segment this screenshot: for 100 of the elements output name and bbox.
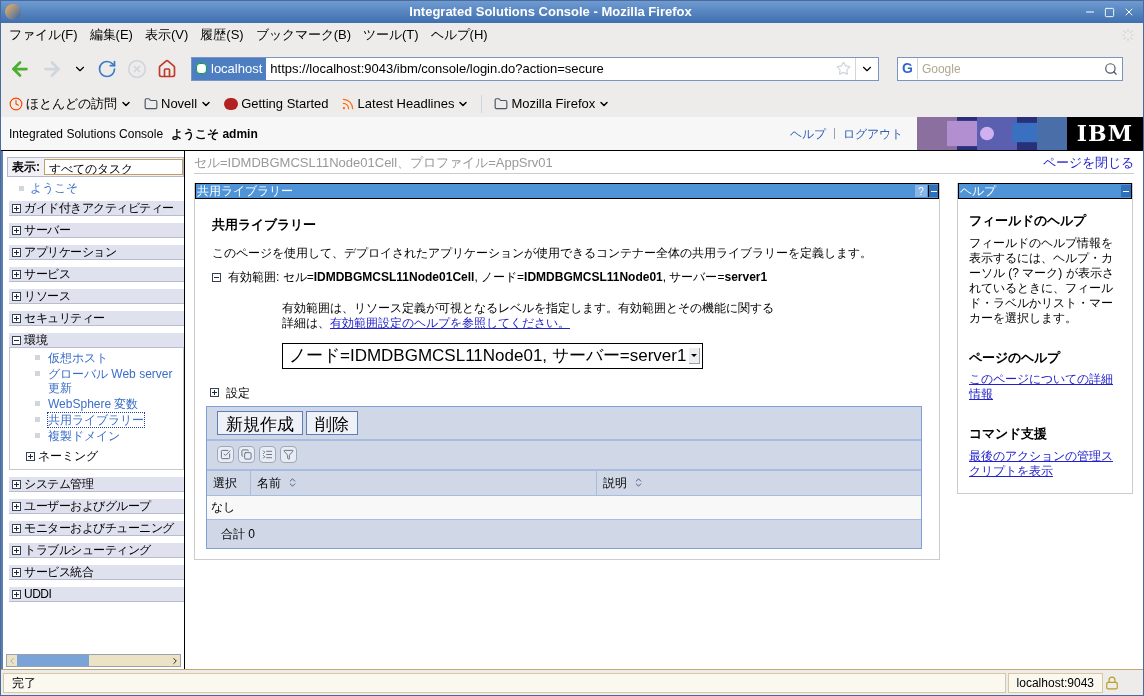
nav-group[interactable]: UDDI — [9, 587, 184, 602]
nav-group[interactable]: サーバー — [9, 223, 184, 238]
nav-link[interactable]: 共用ライブラリー — [48, 413, 144, 427]
status-host: localhost:9043 — [1007, 672, 1103, 693]
nav-group[interactable]: 環境 — [9, 333, 184, 348]
panel-title: ヘルプ — [959, 183, 998, 200]
bookmark-item[interactable]: ほとんどの訪問 — [9, 94, 132, 114]
bullet-icon — [35, 401, 40, 406]
action-button[interactable]: 新規作成 — [217, 410, 303, 435]
bookmark-star-icon[interactable] — [836, 61, 851, 76]
menu-item[interactable]: ツール(T) — [363, 24, 419, 45]
horizontal-scrollbar[interactable] — [6, 654, 181, 667]
panel-title: 共用ライブラリー — [196, 183, 294, 200]
help-link[interactable]: このページについての詳細情報 — [969, 372, 1121, 402]
expander-icon[interactable] — [12, 545, 21, 555]
help-text: フィールドのヘルプ情報を表示するには、ヘルプ・カーソル (? マーク) が表示されているときに、フィールド・ラベルかリスト・マーカーを選択します。 — [969, 235, 1115, 326]
header-link[interactable]: ヘルプ — [790, 124, 826, 143]
close-page-link[interactable]: ページを閉じる — [1043, 153, 1134, 173]
scope-text: 有効範囲: セル=IDMDBGMCSL11Node01Cell, ノード=IDMDBGMCSL11Node01, サーバー=server1 — [228, 269, 768, 287]
nav-group[interactable]: アプリケーション — [9, 245, 184, 260]
column-header[interactable]: 選択 — [207, 470, 251, 495]
nav-group[interactable]: サービス — [9, 267, 184, 282]
menu-item[interactable]: ファイル(F) — [9, 24, 78, 45]
help-heading: ページのヘルプ — [969, 348, 1062, 367]
help-heading: フィールドのヘルプ — [969, 212, 1088, 230]
site-identity[interactable]: localhost — [192, 57, 267, 80]
breadcrumb: セル=IDMDBGMCSL11Node01Cell、プロファイル=AppSrv01 — [194, 154, 554, 173]
nav-link[interactable]: 仮想ホスト — [48, 351, 108, 365]
header-link[interactable]: ログアウト — [843, 124, 903, 143]
scroll-right-icon[interactable] — [170, 655, 180, 666]
bullet-icon — [35, 371, 40, 376]
folder-icon — [494, 97, 509, 111]
scope-dropdown[interactable]: ノード=IDMDBGMCSL11Node01, サーバー=server1 — [282, 343, 704, 369]
nav-group[interactable]: リソース — [9, 289, 184, 304]
bookmark-item[interactable]: Latest Headlines — [340, 94, 470, 114]
history-icon — [9, 97, 23, 111]
settings-label[interactable]: 設定 — [226, 383, 250, 402]
bullet-icon — [35, 433, 40, 438]
bookmark-item[interactable]: Getting Started — [224, 94, 329, 114]
search-icon[interactable] — [1104, 61, 1118, 76]
welcome-link[interactable]: ようこそ — [30, 179, 78, 197]
column-header[interactable]: 名前 — [251, 470, 597, 495]
nav-group[interactable]: ガイド付きアクティビティー — [9, 201, 184, 216]
expander-icon[interactable] — [12, 269, 21, 279]
window-title: Integrated Solutions Console - Mozilla Firefox — [408, 3, 693, 22]
collapse-icon[interactable] — [212, 272, 221, 282]
menu-item[interactable]: ヘルプ(H) — [430, 24, 488, 45]
view-label: 表示: — [12, 159, 40, 176]
bookmark-item[interactable]: Mozilla Firefox — [494, 94, 611, 114]
menu-item[interactable]: 表示(V) — [144, 24, 189, 45]
search-field[interactable]: Google — [917, 59, 1100, 78]
expander-icon[interactable] — [12, 203, 21, 213]
menu-item[interactable]: ブックマーク(B) — [255, 24, 351, 45]
url-text: https://localhost:9043/ibm/console/login.do?action=secure — [269, 59, 605, 78]
deselect-all-icon[interactable] — [238, 446, 255, 463]
nav-group[interactable]: ユーザーおよびグループ — [9, 499, 184, 514]
minimize-panel-icon[interactable] — [928, 185, 938, 197]
select-all-icon[interactable] — [217, 446, 234, 463]
bookmark-item[interactable]: Novell — [144, 94, 213, 114]
console-title: Integrated Solutions Console — [9, 125, 164, 143]
column-header[interactable]: 説明 — [597, 470, 921, 495]
help-heading: コマンド支援 — [969, 425, 1048, 443]
filter-icon[interactable] — [280, 446, 297, 463]
home-icon[interactable] — [157, 58, 177, 79]
nav-group[interactable]: サービス統合 — [9, 565, 184, 580]
lock-icon — [1105, 675, 1119, 690]
sort-icon[interactable] — [633, 477, 644, 488]
nav-link[interactable]: グローバル Web server 更新 — [48, 367, 183, 395]
expander-icon[interactable] — [26, 451, 35, 461]
address-bar[interactable]: localhost https://localhost:9043/ibm/console/login.do?action=secure — [191, 56, 879, 81]
nav-subgroup[interactable]: ネーミング — [26, 447, 183, 465]
expander-icon[interactable] — [12, 225, 21, 235]
reload-icon[interactable] — [97, 58, 117, 79]
nav-link[interactable]: 複製ドメイン — [48, 429, 120, 443]
bullet-icon — [35, 417, 40, 422]
nav-link[interactable]: WebSphere 変数 — [48, 397, 139, 411]
menu-item[interactable]: 編集(E) — [89, 24, 133, 45]
nav-group[interactable]: セキュリティー — [9, 311, 184, 326]
expander-icon[interactable] — [12, 589, 21, 599]
expander-icon[interactable] — [12, 335, 21, 345]
sort-icon[interactable] — [287, 477, 298, 488]
search-bar[interactable]: G Google — [897, 56, 1123, 81]
close-icon[interactable] — [1123, 6, 1135, 18]
bullet-icon — [35, 355, 40, 360]
expander-icon[interactable] — [12, 501, 21, 511]
expander-icon[interactable] — [12, 247, 21, 257]
help-link[interactable]: 最後のアクションの管理スクリプトを表示 — [969, 448, 1121, 479]
nav-group[interactable]: モニターおよびチューニング — [9, 521, 184, 536]
status-text: 完了 — [3, 672, 1006, 693]
action-button[interactable]: 削除 — [306, 410, 358, 435]
expander-icon[interactable] — [12, 313, 21, 323]
menu-item[interactable]: 履歴(S) — [200, 24, 244, 45]
expander-icon[interactable] — [12, 479, 21, 489]
maximize-icon[interactable] — [1104, 6, 1115, 18]
nav-group[interactable]: トラブルシューティング — [9, 543, 184, 558]
scope-help-link[interactable]: 有効範囲設定のヘルプを参照してください。 — [330, 316, 570, 330]
expander-icon[interactable] — [12, 523, 21, 533]
expander-icon[interactable] — [12, 567, 21, 577]
expander-icon[interactable] — [12, 291, 21, 301]
nav-group[interactable]: システム管理 — [9, 477, 184, 492]
